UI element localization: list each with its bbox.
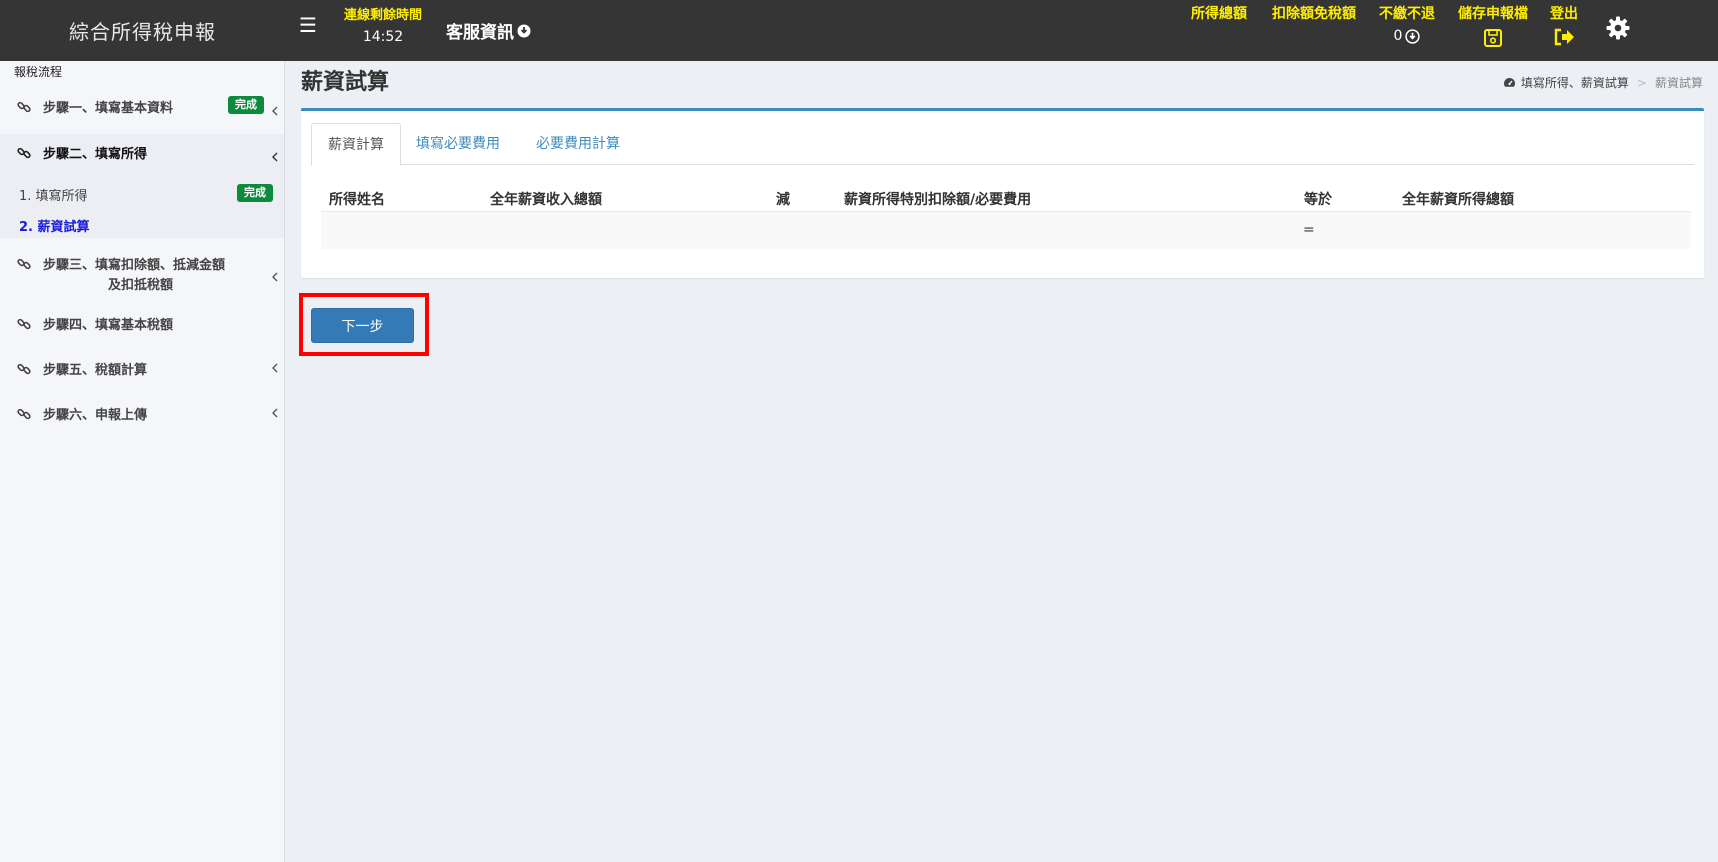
- tab-salary-calc[interactable]: 薪資計算: [311, 123, 401, 166]
- brand-title: 綜合所得稅申報: [69, 20, 216, 44]
- customer-service-link[interactable]: 客服資訊: [446, 18, 531, 43]
- sidebar-step-label: 步驟五、稅額計算: [43, 363, 148, 378]
- link-icon: [17, 361, 31, 375]
- save-icon: [1483, 28, 1503, 48]
- no-pay-value: 0: [1393, 28, 1403, 44]
- breadcrumb-link[interactable]: 填寫所得、薪資試算: [1521, 74, 1629, 91]
- sidebar-step-1[interactable]: 步驟一、填寫基本資料 完成: [0, 88, 284, 124]
- column-header: 薪資所得特別扣除額/必要費用: [844, 192, 1032, 208]
- column-header: 所得姓名: [329, 192, 385, 208]
- deduction-button[interactable]: 扣除額免稅額: [1272, 3, 1356, 23]
- chevron-left-icon: [271, 147, 279, 162]
- arrow-down-circle-icon: [1405, 28, 1421, 44]
- sidebar-step-label: 步驟二、填寫所得: [43, 147, 148, 162]
- sidebar-step-5[interactable]: 步驟五、稅額計算: [0, 351, 284, 387]
- sidebar-step-3[interactable]: 步驟三、填寫扣除額、抵減金額 及扣抵稅額: [0, 249, 284, 293]
- dashboard-icon: [1503, 77, 1516, 89]
- sidebar-step-label: 步驟四、填寫基本稅額: [43, 318, 174, 333]
- gear-icon[interactable]: [1605, 15, 1631, 41]
- breadcrumb: 填寫所得、薪資試算 > 薪資試算: [1503, 74, 1703, 91]
- session-timer: 連線剩餘時間 14:52: [334, 4, 432, 45]
- link-icon: [17, 406, 31, 420]
- logout-icon: [1553, 28, 1575, 46]
- link-icon: [17, 99, 31, 113]
- column-header: 全年薪資所得總額: [1402, 192, 1514, 208]
- sidebar-step-4[interactable]: 步驟四、填寫基本稅額: [0, 306, 284, 342]
- next-step-button[interactable]: 下一步: [311, 308, 414, 343]
- page-title: 薪資試算: [301, 70, 390, 95]
- sidebar-step-label: 步驟三、填寫扣除額、抵減金額: [43, 258, 226, 273]
- arrow-down-circle-icon: [517, 24, 531, 38]
- top-bar: 綜合所得稅申報 ☰ 連線剩餘時間 14:52 客服資訊 所得總額 扣除額免稅額 …: [0, 0, 1718, 61]
- chevron-left-icon: [271, 358, 279, 373]
- tab-expense-calc[interactable]: 必要費用計算: [520, 123, 636, 165]
- chevron-left-icon: [271, 101, 279, 116]
- sidebar-step-6[interactable]: 步驟六、申報上傳: [0, 396, 284, 432]
- link-icon: [17, 316, 31, 330]
- no-pay-no-refund-button[interactable]: 不繳不退 0: [1379, 3, 1435, 44]
- link-icon: [17, 145, 31, 159]
- sidebar-step-label: 步驟六、申報上傳: [43, 408, 148, 423]
- chevron-left-icon: [271, 403, 279, 418]
- column-header: 等於: [1304, 192, 1332, 208]
- status-badge: 完成: [228, 96, 264, 114]
- logout-button[interactable]: 登出: [1550, 3, 1578, 46]
- timer-label: 連線剩餘時間: [343, 8, 422, 23]
- sidebar-subitem-salary-calc[interactable]: 2. 薪資試算: [19, 216, 90, 235]
- sidebar-step-label: 步驟一、填寫基本資料: [43, 101, 174, 116]
- table-row: =: [321, 211, 1691, 249]
- sidebar-heading: 報稅流程: [14, 65, 63, 79]
- save-file-button[interactable]: 儲存申報檔: [1458, 3, 1528, 48]
- sidebar-subitem-fill-income[interactable]: 1. 填寫所得: [19, 185, 88, 204]
- link-icon: [17, 256, 31, 270]
- column-header: 減: [776, 192, 790, 208]
- customer-service-label: 客服資訊: [446, 23, 514, 43]
- tab-bar: 薪資計算 填寫必要費用 必要費用計算: [311, 123, 1694, 166]
- breadcrumb-current: 薪資試算: [1654, 76, 1703, 90]
- tab-fill-expenses[interactable]: 填寫必要費用: [400, 123, 516, 165]
- sidebar-step-label-line2: 及扣抵稅額: [108, 278, 174, 293]
- timer-value: 14:52: [362, 29, 404, 45]
- status-badge: 完成: [237, 184, 273, 202]
- sidebar-step-2[interactable]: 步驟二、填寫所得: [0, 134, 284, 170]
- salary-calc-panel: 薪資計算 填寫必要費用 必要費用計算 所得姓名 全年薪資收入總額 減 薪資所得特…: [301, 108, 1704, 278]
- total-income-button[interactable]: 所得總額: [1191, 3, 1247, 23]
- menu-toggle-icon[interactable]: ☰: [298, 14, 318, 36]
- sidebar: 報稅流程 步驟一、填寫基本資料 完成 步驟二、填寫所得 1. 填寫所得 完成 2…: [0, 61, 285, 862]
- column-header: 全年薪資收入總額: [490, 192, 602, 208]
- chevron-left-icon: [271, 267, 279, 282]
- equals-sign: =: [1303, 222, 1315, 238]
